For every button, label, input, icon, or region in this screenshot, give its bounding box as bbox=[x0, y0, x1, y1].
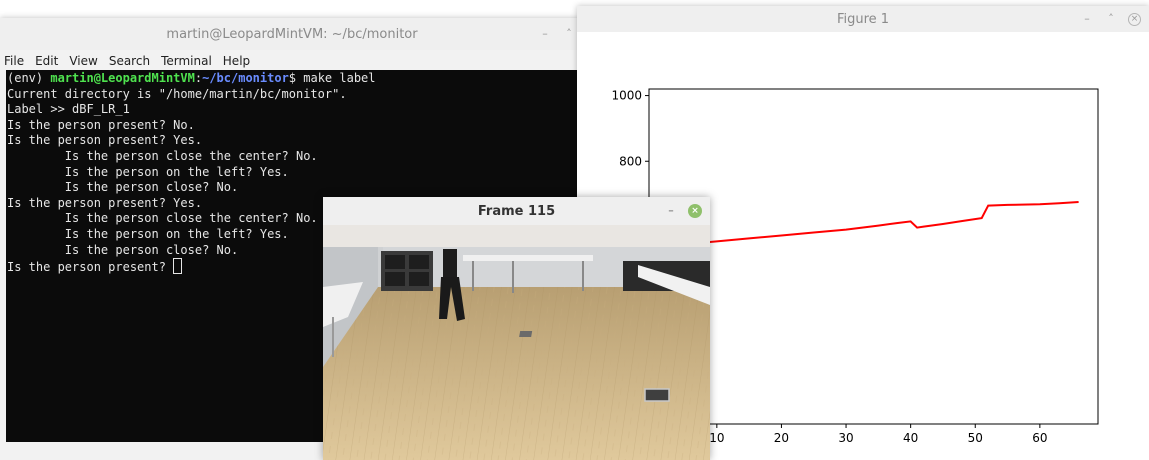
figure-window-buttons: – ˄ × bbox=[1080, 6, 1141, 32]
maximize-icon[interactable]: ˄ bbox=[1104, 12, 1118, 26]
terminal-cursor bbox=[173, 258, 183, 275]
output-line-last: Is the person present? bbox=[7, 260, 174, 275]
menu-help[interactable]: Help bbox=[223, 54, 250, 68]
x-tick-label: 60 bbox=[1032, 431, 1047, 445]
x-tick-label: 50 bbox=[968, 431, 983, 445]
minimize-icon[interactable]: – bbox=[664, 204, 678, 218]
prompt-path: ~/bc/monitor bbox=[202, 71, 289, 85]
camera-scene bbox=[323, 247, 710, 460]
terminal-menubar: File Edit View Search Terminal Help bbox=[0, 50, 584, 72]
camera-frame-image bbox=[323, 247, 710, 460]
output-line: Is the person present? Yes. bbox=[7, 195, 203, 210]
terminal-titlebar[interactable]: martin@LeopardMintVM: ~/bc/monitor – ˄ bbox=[0, 18, 584, 50]
output-line: Is the person close the center? No. bbox=[7, 148, 318, 163]
menu-edit[interactable]: Edit bbox=[35, 54, 58, 68]
frame-titlebar[interactable]: Frame 115 – × bbox=[323, 197, 710, 225]
figure-title: Figure 1 bbox=[836, 11, 890, 27]
output-line: Is the person close? No. bbox=[7, 242, 239, 257]
close-icon[interactable]: × bbox=[1128, 12, 1141, 26]
output-line: Is the person on the left? Yes. bbox=[7, 164, 289, 179]
output-line: Current directory is "/home/martin/bc/mo… bbox=[7, 86, 347, 101]
close-icon[interactable]: × bbox=[688, 204, 702, 218]
x-tick-label: 40 bbox=[903, 431, 918, 445]
output-line: Is the person close? No. bbox=[7, 180, 239, 195]
output-line: Is the person on the left? Yes. bbox=[7, 226, 289, 241]
x-tick-label: 30 bbox=[838, 431, 853, 445]
minimize-icon[interactable]: – bbox=[1080, 12, 1094, 26]
frame-title: Frame 115 bbox=[477, 203, 556, 219]
frame-toolbar bbox=[323, 225, 710, 247]
y-tick-label: 800 bbox=[619, 154, 642, 168]
frame-window-buttons: – × bbox=[664, 197, 702, 225]
plot-axes-frame bbox=[648, 88, 1099, 425]
frame-window: Frame 115 – × bbox=[323, 197, 710, 460]
prompt-user: martin@LeopardMintVM bbox=[50, 71, 195, 85]
figure-titlebar[interactable]: Figure 1 – ˄ × bbox=[577, 6, 1149, 32]
menu-view[interactable]: View bbox=[69, 54, 97, 68]
terminal-title: martin@LeopardMintVM: ~/bc/monitor bbox=[166, 26, 418, 42]
prompt-env: (env) bbox=[7, 71, 51, 85]
maximize-icon[interactable]: ˄ bbox=[562, 27, 576, 41]
minimize-icon[interactable]: – bbox=[538, 27, 552, 41]
y-tick-label: 1000 bbox=[611, 89, 642, 103]
menu-search[interactable]: Search bbox=[109, 54, 150, 68]
output-line: Is the person present? Yes. bbox=[7, 133, 203, 148]
menu-terminal[interactable]: Terminal bbox=[161, 54, 212, 68]
prompt-sep: : bbox=[194, 71, 203, 85]
output-line: Is the person present? No. bbox=[7, 117, 195, 132]
menu-file[interactable]: File bbox=[4, 54, 24, 68]
output-line: Is the person close the center? No. bbox=[7, 211, 318, 226]
output-line: Label >> dBF_LR_1 bbox=[7, 102, 130, 117]
x-tick-label: 10 bbox=[709, 431, 724, 445]
terminal-window-buttons: – ˄ bbox=[538, 18, 576, 50]
x-tick-label: 20 bbox=[774, 431, 789, 445]
prompt-command: $ make label bbox=[288, 71, 376, 85]
